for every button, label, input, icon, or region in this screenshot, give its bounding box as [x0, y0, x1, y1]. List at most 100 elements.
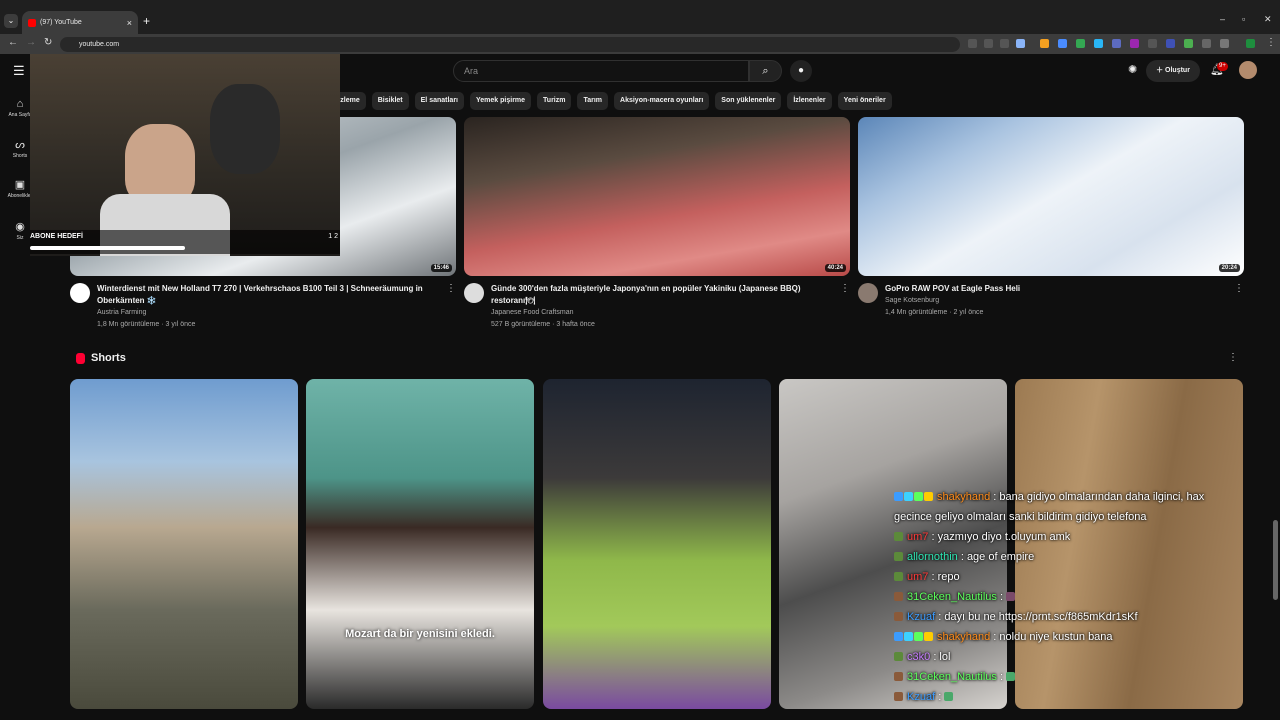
chat-text: : noldu niye kustun bana [993, 631, 1113, 643]
bookmark-star-icon[interactable] [1016, 39, 1025, 48]
chat-emote-icon [1006, 672, 1016, 681]
shorts-more-icon[interactable]: ⋮ [1228, 352, 1238, 363]
chat-username: Kzuaf [907, 611, 936, 623]
extension-icon[interactable] [1166, 39, 1175, 48]
plus-icon: ＋ [1156, 67, 1166, 74]
avatar[interactable] [1239, 61, 1257, 79]
voice-search-button[interactable]: ● [790, 60, 812, 82]
sidebar-item-label: Shorts [12, 153, 28, 159]
chat-message: shakyhand : bana gidiyo olmalarından dah… [894, 487, 1234, 507]
back-icon[interactable]: ← [8, 37, 18, 48]
subscriber-goal-bar: ABONE HEDEFİ 1 2 [30, 230, 340, 254]
chat-badges [894, 607, 904, 627]
video-meta: 1,8 Mn görüntüleme · 3 yıl önce [97, 321, 196, 328]
chip[interactable]: İzlenenler [787, 92, 832, 110]
chat-emote-icon [1006, 592, 1016, 601]
chat-badges [894, 687, 904, 707]
extension-icon[interactable] [1148, 39, 1157, 48]
create-label: Oluştur [1165, 67, 1190, 74]
short-thumbnail[interactable] [70, 379, 298, 709]
chip[interactable]: Turizm [537, 92, 572, 110]
search-input[interactable]: Ara [453, 60, 749, 82]
channel-name[interactable]: Austria Farming [97, 309, 146, 316]
search-button[interactable]: ⌕ [749, 60, 782, 82]
extension-icon[interactable] [1202, 39, 1211, 48]
forward-icon[interactable]: → [26, 37, 36, 48]
channel-avatar[interactable] [70, 283, 90, 303]
goal-numbers: 1 2 [328, 233, 338, 240]
cast-icon[interactable] [968, 39, 977, 48]
chip[interactable]: Son yüklenenler [715, 92, 782, 110]
eye-off-icon[interactable] [1000, 39, 1009, 48]
chat-text: : lol [933, 651, 951, 663]
chip[interactable]: Yemek pişirme [470, 92, 532, 110]
chip[interactable]: Bisiklet [371, 92, 409, 110]
more-options-icon[interactable]: ⋮ [1234, 283, 1244, 294]
gear-icon[interactable]: ✺ [1128, 63, 1137, 76]
page-scrollbar[interactable] [1273, 520, 1278, 600]
browser-menu-icon[interactable]: ⋮ [1266, 37, 1276, 48]
video-meta: 527 B görüntüleme · 3 hafta önce [491, 321, 595, 328]
channel-avatar[interactable] [858, 283, 878, 303]
reload-icon[interactable]: ↻ [44, 37, 52, 48]
video-title[interactable]: Winterdienst mit New Holland T7 270 | Ve… [97, 283, 442, 307]
stream-chat-overlay: shakyhand : bana gidiyo olmalarından dah… [894, 487, 1234, 707]
extension-icon[interactable] [1094, 39, 1103, 48]
chat-badges [894, 567, 904, 587]
tab-search-button[interactable]: ⌄ [4, 14, 18, 28]
figurine [210, 84, 280, 174]
address-bar[interactable]: youtube.com [60, 37, 960, 52]
minimize-icon[interactable]: – [1220, 14, 1225, 24]
search-placeholder: Ara [464, 66, 479, 76]
channel-avatar[interactable] [464, 283, 484, 303]
profile-icon[interactable] [1246, 39, 1255, 48]
extension-icon[interactable] [1058, 39, 1067, 48]
maximize-icon[interactable]: ▫ [1242, 14, 1245, 24]
extensions-puzzle-icon[interactable] [1220, 39, 1229, 48]
extension-icon[interactable] [1184, 39, 1193, 48]
short-thumbnail[interactable]: Mozart da bir yenisini ekledi. [306, 379, 534, 709]
channel-name[interactable]: Sage Kotsenburg [885, 297, 939, 304]
close-window-icon[interactable]: ✕ [1264, 14, 1272, 25]
menu-icon[interactable]: ☰ [13, 63, 25, 79]
chat-username: um7 [907, 571, 929, 583]
create-button[interactable]: ＋ Oluştur [1146, 60, 1200, 82]
chat-badges [894, 547, 904, 567]
chat-username: 31Ceken_Nautilus [907, 671, 997, 683]
extension-icon[interactable] [1040, 39, 1049, 48]
video-title[interactable]: Günde 300'den fazla müşteriyle Japonya'n… [491, 283, 836, 307]
new-tab-button[interactable]: + [143, 14, 150, 28]
sidebar-item-label: Ana Sayfa [8, 112, 32, 118]
browser-tab-strip: ⌄ (97) YouTube × + – ▫ ✕ [0, 0, 1280, 34]
chip[interactable]: Tarım [577, 92, 609, 110]
sidebar-item-label: Abonelikler [7, 193, 33, 199]
chat-message: um7 : yazmıyo diyo t.oluyum amk [894, 527, 1234, 547]
extension-icon[interactable] [1112, 39, 1121, 48]
short-thumbnail[interactable] [543, 379, 771, 709]
goal-progress-fill [30, 246, 185, 250]
video-title[interactable]: GoPro RAW POV at Eagle Pass Heli [885, 283, 1230, 295]
channel-name[interactable]: Japanese Food Craftsman [491, 309, 574, 316]
video-thumbnail[interactable]: 20:24 [858, 117, 1244, 276]
extension-icon[interactable] [1076, 39, 1085, 48]
browser-toolbar: ← → ↻ youtube.com ⋮ [0, 34, 1280, 54]
browser-tab[interactable]: (97) YouTube × [22, 11, 138, 34]
chat-text: : dayı bu ne https://prnt.sc/f865mKdr1sK… [938, 611, 1138, 623]
chip[interactable]: Aksiyon-macera oyunları [614, 92, 710, 110]
more-options-icon[interactable]: ⋮ [840, 283, 850, 294]
more-options-icon[interactable]: ⋮ [446, 283, 456, 294]
video-thumbnail[interactable]: 40:24 [464, 117, 850, 276]
zoom-icon[interactable] [984, 39, 993, 48]
streamer-face [125, 124, 195, 204]
webcam-overlay [30, 54, 340, 256]
extension-icon[interactable] [1130, 39, 1139, 48]
chip[interactable]: El sanatları [414, 92, 464, 110]
chat-text: gecince geliyo olmaları sanki bildirim g… [894, 511, 1147, 523]
chat-message: 31Ceken_Nautilus : [894, 587, 1234, 607]
goal-label: ABONE HEDEFİ [30, 233, 83, 240]
short-caption: Mozart da bir yenisini ekledi. [345, 628, 495, 640]
tab-close-icon[interactable]: × [127, 18, 132, 28]
chip[interactable]: Yeni öneriler [837, 92, 892, 110]
chat-username: allornothin [907, 551, 958, 563]
chat-emote-icon [944, 692, 954, 701]
